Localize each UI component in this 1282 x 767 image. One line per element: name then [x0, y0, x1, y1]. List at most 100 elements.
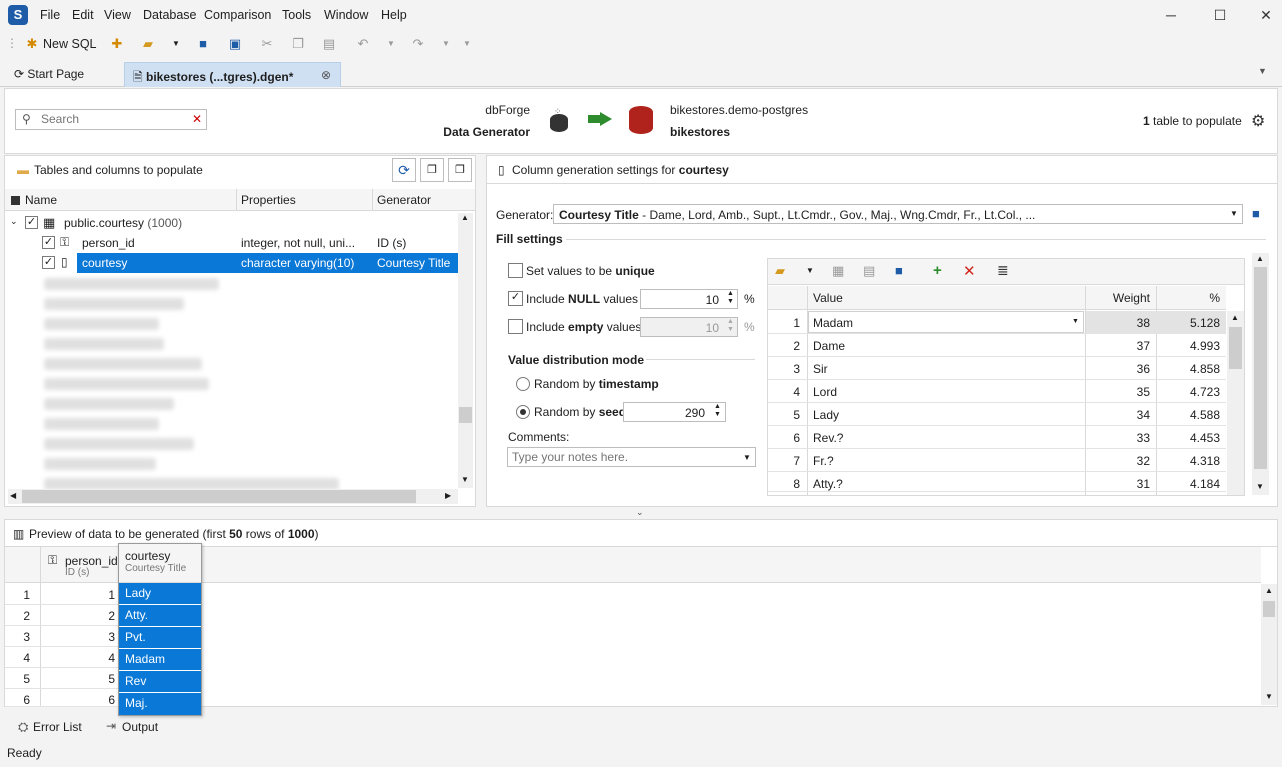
- weight-cell[interactable]: 36: [1086, 362, 1150, 376]
- scroll-down-icon[interactable]: ▼: [1265, 692, 1273, 701]
- menu-database[interactable]: Database: [143, 8, 197, 22]
- courtesy-cell[interactable]: Maj.: [119, 693, 201, 715]
- toolbar-overflow-icon[interactable]: ▼: [459, 36, 475, 52]
- refresh-button[interactable]: ⟳: [392, 158, 416, 182]
- minimize-icon[interactable]: ─: [1161, 5, 1181, 25]
- scroll-left-icon[interactable]: ◀: [10, 491, 16, 500]
- table-row[interactable]: 2 Dame 37 4.993: [768, 334, 1226, 357]
- col-generator-header[interactable]: Generator: [377, 193, 431, 207]
- column-name-person-id[interactable]: person_id: [82, 236, 135, 250]
- column-checkbox-person-id[interactable]: ✓: [42, 236, 55, 249]
- open-folder-icon[interactable]: ▰: [140, 36, 156, 52]
- preview-vertical-scrollbar[interactable]: ▲ ▼: [1261, 584, 1277, 705]
- select-all-checkbox[interactable]: [11, 196, 20, 205]
- tables-horizontal-scrollbar[interactable]: ◀ ▶: [8, 489, 458, 504]
- settings-vertical-scrollbar[interactable]: ▲ ▼: [1252, 253, 1269, 495]
- add-value-icon[interactable]: +: [933, 262, 942, 279]
- scroll-thumb[interactable]: [459, 407, 472, 423]
- weight-cell[interactable]: 38: [1086, 316, 1150, 330]
- tables-vertical-scrollbar[interactable]: ▲ ▼: [458, 213, 473, 488]
- expand-all-button[interactable]: ❐: [420, 158, 444, 182]
- table-row[interactable]: 3 Sir 36 4.858: [768, 357, 1226, 380]
- undo-dropdown-icon[interactable]: ▼: [383, 36, 399, 52]
- redo-icon[interactable]: ↷: [410, 36, 426, 52]
- tabs-dropdown-icon[interactable]: ▼: [1258, 66, 1267, 76]
- output-tab[interactable]: Output: [122, 720, 158, 734]
- collapse-all-button[interactable]: ❐: [448, 158, 472, 182]
- seed-input[interactable]: 290: [623, 402, 726, 422]
- settings-gear-icon[interactable]: ⚙: [1251, 111, 1265, 131]
- undo-icon[interactable]: ↶: [355, 36, 371, 52]
- copy-icon[interactable]: ❐: [290, 36, 306, 52]
- table-row[interactable]: 7 Fr.? 32 4.318: [768, 449, 1226, 472]
- new-document-icon[interactable]: ✚: [109, 36, 125, 52]
- maximize-icon[interactable]: ☐: [1210, 5, 1230, 25]
- scroll-thumb[interactable]: [22, 490, 416, 503]
- scroll-right-icon[interactable]: ▶: [445, 491, 451, 500]
- table-row[interactable]: 5 Lady 34 4.588: [768, 403, 1226, 426]
- scroll-up-icon[interactable]: ▲: [461, 213, 469, 222]
- col-name-header[interactable]: Name: [25, 193, 57, 207]
- menu-tools[interactable]: Tools: [282, 8, 311, 22]
- error-list-tab[interactable]: Error List: [33, 720, 82, 734]
- new-sql-button[interactable]: New SQL: [43, 37, 97, 51]
- chevron-down-icon[interactable]: ▼: [1072, 318, 1079, 325]
- export-icon[interactable]: ▤: [863, 263, 875, 279]
- menu-window[interactable]: Window: [324, 8, 368, 22]
- values-vertical-scrollbar[interactable]: ▲: [1227, 311, 1244, 495]
- weight-col-header[interactable]: Weight: [1090, 291, 1150, 305]
- random-timestamp-radio[interactable]: [516, 377, 530, 391]
- include-null-checkbox[interactable]: ✓: [508, 291, 523, 306]
- tab-bikestores[interactable]: 🗎 bikestores (...tgres).dgen* ⊗: [124, 62, 341, 87]
- load-values-icon[interactable]: ▰: [775, 263, 785, 279]
- menu-file[interactable]: File: [40, 8, 60, 22]
- preview-col1-name[interactable]: person_id: [65, 554, 118, 568]
- courtesy-cell[interactable]: Atty.: [119, 605, 201, 627]
- courtesy-cell[interactable]: Lady: [119, 583, 201, 605]
- weight-cell[interactable]: 34: [1086, 408, 1150, 422]
- comments-box[interactable]: ▼: [507, 447, 756, 467]
- clear-search-icon[interactable]: ✕: [192, 112, 202, 126]
- save-all-icon[interactable]: ▣: [227, 36, 243, 52]
- unique-checkbox[interactable]: [508, 263, 523, 278]
- generator-select[interactable]: Courtesy Title - Dame, Lord, Amb., Supt.…: [553, 204, 1243, 224]
- value-cell[interactable]: Lady: [813, 408, 839, 422]
- column-checkbox-courtesy[interactable]: ✓: [42, 256, 55, 269]
- delete-value-icon[interactable]: ✕: [963, 262, 976, 280]
- value-cell[interactable]: Fr.?: [813, 454, 834, 468]
- menu-help[interactable]: Help: [381, 8, 407, 22]
- random-seed-radio[interactable]: [516, 405, 530, 419]
- scroll-thumb[interactable]: [1263, 601, 1275, 617]
- value-cell[interactable]: Dame: [813, 339, 845, 353]
- tab-start-page[interactable]: ⟳ Start Page: [6, 62, 121, 87]
- weight-cell[interactable]: 32: [1086, 454, 1150, 468]
- include-empty-checkbox[interactable]: [508, 319, 523, 334]
- table-row[interactable]: 1 Madam ▼ 38 5.128: [768, 311, 1226, 334]
- table-row[interactable]: 8 Atty.? 31 4.184: [768, 472, 1226, 492]
- scroll-down-icon[interactable]: ▼: [461, 475, 469, 484]
- value-cell[interactable]: Rev.?: [813, 431, 843, 445]
- collapse-panel-chevron-icon[interactable]: ⌄: [636, 507, 644, 518]
- close-window-icon[interactable]: ✕: [1256, 5, 1276, 25]
- scroll-down-icon[interactable]: ▼: [1256, 482, 1264, 491]
- save-icon[interactable]: ■: [195, 36, 211, 52]
- scroll-up-icon[interactable]: ▲: [1265, 586, 1273, 595]
- open-dropdown-icon[interactable]: ▼: [168, 36, 184, 52]
- null-spinner-icon[interactable]: ▲ ▼: [727, 290, 734, 306]
- load-dropdown-icon[interactable]: ▼: [806, 266, 814, 275]
- table-name[interactable]: public.courtesy (1000): [64, 216, 182, 230]
- menu-comparison[interactable]: Comparison: [204, 8, 271, 22]
- close-tab-icon[interactable]: ⊗: [321, 68, 331, 82]
- menu-view[interactable]: View: [104, 8, 131, 22]
- seed-spinner-icon[interactable]: ▲ ▼: [714, 403, 721, 419]
- percent-col-header[interactable]: %: [1162, 291, 1220, 305]
- table-checkbox[interactable]: ✓: [25, 216, 38, 229]
- scroll-thumb[interactable]: [1254, 267, 1267, 469]
- collapse-chevron-icon[interactable]: ⌄: [10, 216, 18, 227]
- null-percent-input[interactable]: 10: [640, 289, 738, 309]
- weight-cell[interactable]: 33: [1086, 431, 1150, 445]
- comments-input[interactable]: [512, 450, 732, 464]
- weight-cell[interactable]: 31: [1086, 477, 1150, 491]
- save-generator-icon[interactable]: ■: [1252, 206, 1260, 221]
- redo-dropdown-icon[interactable]: ▼: [438, 36, 454, 52]
